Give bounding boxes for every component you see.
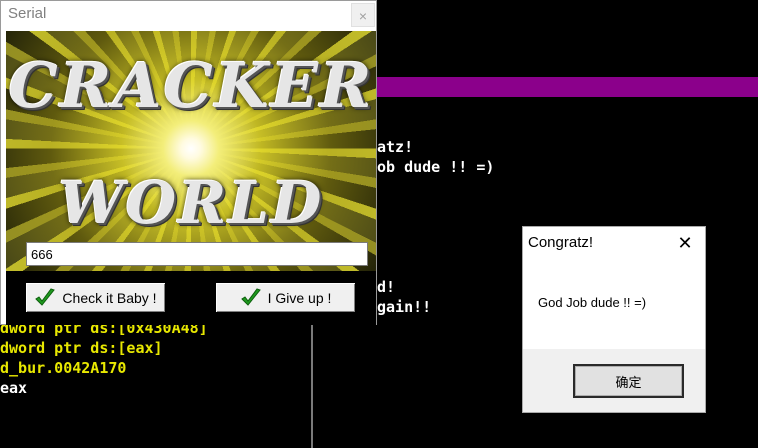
code-line: dword ptr ds:[eax] bbox=[0, 339, 163, 357]
code-line: atz! bbox=[377, 138, 414, 156]
close-button[interactable]: × bbox=[351, 3, 375, 27]
serial-window: Serial × CRACKER WORLD Check it Baby ! I… bbox=[0, 0, 377, 325]
window-body: CRACKER WORLD Check it Baby ! I Give up … bbox=[6, 31, 376, 325]
code-line: d_bur.0042A170 bbox=[0, 359, 127, 377]
dialog-footer: 确定 bbox=[523, 349, 705, 412]
banner-title-line1: CRACKER bbox=[8, 49, 374, 122]
banner-title-line2: WORLD bbox=[58, 169, 324, 237]
check-button[interactable]: Check it Baby ! bbox=[25, 282, 166, 313]
code-line: eax bbox=[0, 379, 28, 397]
dialog-message: God Job dude !! =) bbox=[538, 295, 647, 310]
pane-divider bbox=[311, 320, 313, 448]
code-line: d! bbox=[377, 278, 396, 296]
cracker-world-banner: CRACKER WORLD bbox=[6, 31, 376, 271]
highlight-bar bbox=[376, 77, 758, 97]
ok-button[interactable]: 确定 bbox=[573, 364, 684, 398]
code-line: gain!! bbox=[377, 298, 432, 316]
give-up-button[interactable]: I Give up ! bbox=[215, 282, 356, 313]
checkmark-icon bbox=[240, 287, 261, 306]
give-up-button-label: I Give up ! bbox=[267, 289, 332, 306]
checkmark-icon bbox=[35, 287, 56, 306]
dialog-title: Congratz! bbox=[528, 234, 594, 251]
congratz-dialog: Congratz! ✕ God Job dude !! =) 确定 bbox=[522, 226, 706, 413]
code-line: ob dude !! =) bbox=[377, 158, 495, 176]
close-icon[interactable]: ✕ bbox=[671, 231, 699, 255]
check-button-label: Check it Baby ! bbox=[62, 289, 157, 306]
window-title: Serial bbox=[8, 5, 47, 22]
serial-input[interactable] bbox=[26, 242, 368, 266]
